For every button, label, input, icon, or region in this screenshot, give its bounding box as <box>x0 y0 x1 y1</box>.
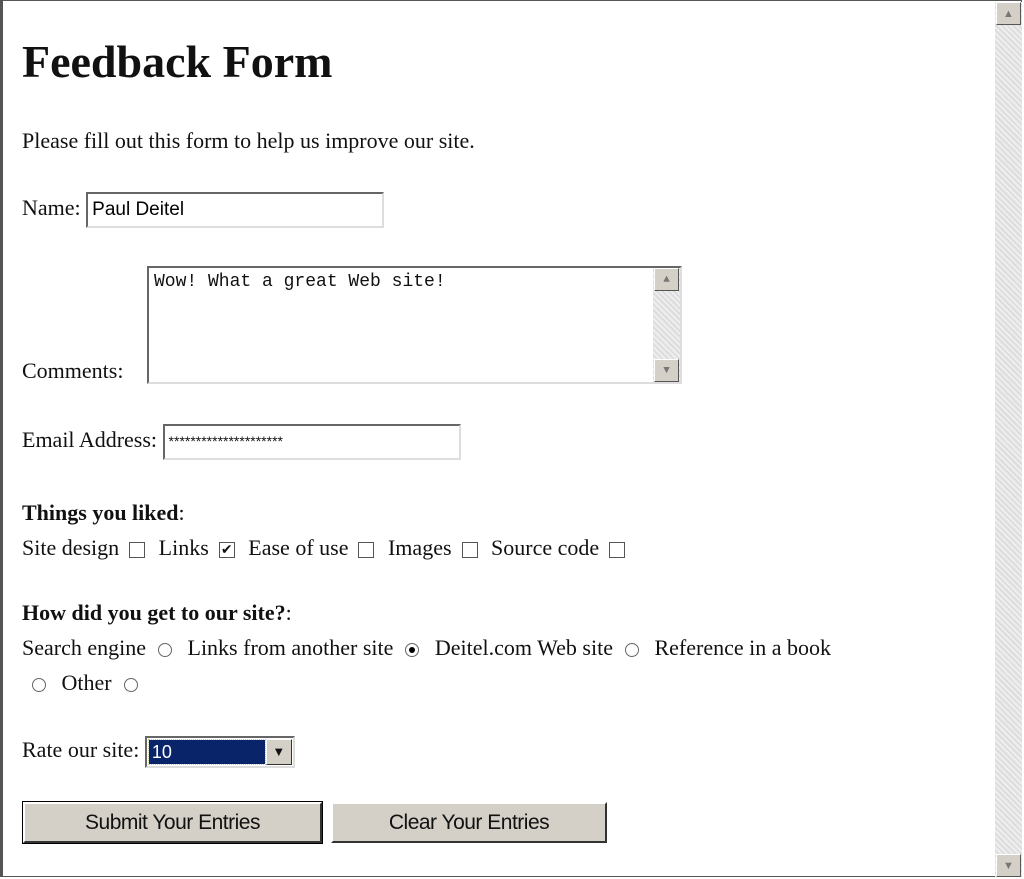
other-radio[interactable] <box>123 677 138 692</box>
page-scrollbar[interactable]: ▲ ▼ <box>995 2 1022 877</box>
scroll-down-icon[interactable]: ▼ <box>996 854 1021 877</box>
deitel-radio[interactable] <box>624 642 639 657</box>
email-input[interactable]: ********************* <box>162 424 461 460</box>
rate-select[interactable]: 10 ▼ <box>144 736 295 768</box>
textarea-scrollbar[interactable]: ▲ ▼ <box>653 268 680 382</box>
liked-heading: Things you liked <box>22 500 179 525</box>
feedback-form: Feedback Form Please fill out this form … <box>22 0 984 768</box>
links-radio[interactable] <box>405 642 420 657</box>
rate-label: Rate our site: <box>22 737 140 763</box>
name-input[interactable] <box>86 192 385 228</box>
how-colon: : <box>285 600 292 625</box>
how-links-label: Links from another site <box>187 635 394 660</box>
intro-text: Please fill out this form to help us imp… <box>22 128 475 153</box>
scroll-down-icon[interactable]: ▼ <box>654 359 679 382</box>
email-label: Email Address: <box>22 427 158 453</box>
submit-button[interactable]: Submit Your Entries <box>22 801 323 844</box>
name-label: Name: <box>22 195 81 221</box>
liked-links-label: Links <box>158 535 209 560</box>
email-value: ********************* <box>168 433 283 449</box>
clear-button[interactable]: Clear Your Entries <box>331 802 607 843</box>
dropdown-arrow-icon[interactable]: ▼ <box>265 739 292 765</box>
images-checkbox[interactable] <box>461 541 478 558</box>
links-checkbox[interactable]: ✔ <box>218 541 235 558</box>
comments-text: Wow! What a great Web site! <box>154 272 446 292</box>
book-radio[interactable] <box>32 677 46 692</box>
liked-colon: : <box>178 500 185 525</box>
how-search-label: Search engine <box>22 635 146 660</box>
liked-images-label: Images <box>387 535 452 560</box>
source-code-checkbox[interactable] <box>609 541 626 558</box>
rate-value: 10 <box>147 739 266 765</box>
how-deitel-label: Deitel.com Web site <box>434 635 613 660</box>
page-title: Feedback Form <box>22 36 333 87</box>
search-engine-radio[interactable] <box>158 642 172 657</box>
liked-site-design-label: Site design <box>22 535 120 560</box>
ease-of-use-checkbox[interactable] <box>358 541 375 558</box>
site-design-checkbox[interactable] <box>129 541 146 558</box>
how-other-label: Other <box>61 670 112 695</box>
liked-source-label: Source code <box>491 535 600 560</box>
how-heading: How did you get to our site? <box>22 600 286 625</box>
comments-label: Comments: <box>22 358 124 383</box>
how-book-label: Reference in a book <box>654 635 831 660</box>
liked-ease-label: Ease of use <box>248 535 349 560</box>
scroll-up-icon[interactable]: ▲ <box>996 2 1021 25</box>
check-icon: ✔ <box>220 541 233 558</box>
comments-textarea[interactable]: Wow! What a great Web site! ▲ ▼ <box>147 266 682 384</box>
scroll-up-icon[interactable]: ▲ <box>654 268 679 291</box>
